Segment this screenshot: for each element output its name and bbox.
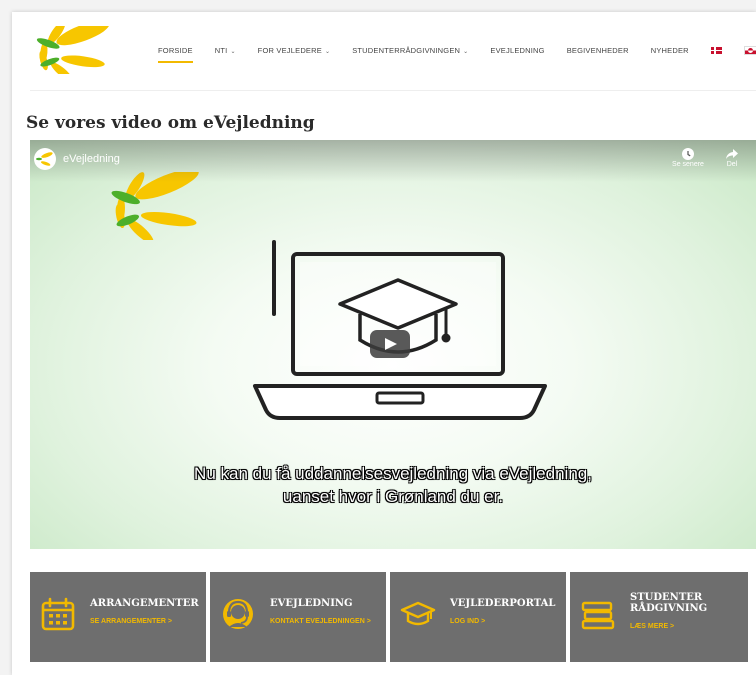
nav-label: BEGIVENHEDER	[566, 45, 629, 55]
share-button[interactable]: Del	[710, 148, 754, 168]
tile-link[interactable]: KONTAKT EVEJLEDNINGEN >	[270, 618, 371, 625]
tile-evejledning[interactable]: EVEJLEDNING KONTAKT EVEJLEDNINGEN >	[210, 572, 386, 662]
channel-avatar[interactable]	[34, 148, 56, 170]
nav-label: NYHEDER	[650, 45, 689, 55]
tile-title: EVEJLEDNING	[270, 598, 353, 609]
video-player[interactable]: eVejledning Se senere Del Nu kan du få u…	[30, 140, 756, 549]
chevron-down-icon: ⌄	[230, 48, 236, 55]
headset-person-icon	[223, 599, 253, 629]
chevron-down-icon: ⌄	[324, 48, 331, 55]
share-icon	[726, 149, 738, 159]
main-nav: FORSIDE NTI ⌄ FOR VEJLEDERE ⌄ STUDENTERRÅD…	[158, 40, 756, 63]
video-subtitle-line-1: Nu kan du få uddannelsesvejledning via e…	[194, 464, 592, 483]
tile-title-line: STUDENTER	[630, 592, 703, 603]
share-label: Del	[726, 161, 738, 168]
nav-label: STUDENTERRÅDGIVNINGEN	[352, 45, 461, 55]
nav-label: NTI	[214, 45, 228, 55]
quicklink-tiles: ARRANGEMENTER SE ARRANGEMENTER > EVEJLED…	[30, 572, 756, 662]
page: FORSIDE NTI ⌄ FOR VEJLEDERE ⌄ STUDENTERRÅD…	[12, 12, 756, 675]
header-divider	[30, 90, 756, 91]
nav-item-begivenheder[interactable]: BEGIVENHEDER	[567, 46, 629, 55]
site-logo[interactable]	[30, 26, 120, 74]
play-button[interactable]	[370, 330, 410, 358]
watch-later-button[interactable]: Se senere	[666, 148, 710, 168]
tile-title-line: RÅDGIVNING	[630, 603, 708, 614]
nav-item-forside[interactable]: FORSIDE	[158, 45, 193, 63]
nav-item-studenterraadgivningen[interactable]: STUDENTERRÅDGIVNINGEN ⌄	[352, 46, 468, 55]
graduation-cap-icon	[400, 601, 436, 626]
tile-vejlederportal[interactable]: VEJLEDERPORTAL LOG IND >	[390, 572, 566, 662]
books-icon	[581, 601, 615, 630]
section-title: Se vores video om eVejledning	[26, 113, 315, 133]
nav-label: EVEJLEDNING	[490, 45, 545, 55]
tile-title: STUDENTER RÅDGIVNING	[630, 592, 707, 614]
watch-later-label: Se senere	[672, 161, 704, 168]
tile-link[interactable]: LÆS MERE >	[630, 623, 674, 630]
tile-link[interactable]: SE ARRANGEMENTER >	[90, 618, 172, 625]
greenlandic-flag-icon[interactable]	[743, 45, 756, 55]
nav-item-nti[interactable]: NTI ⌄	[215, 46, 236, 55]
clock-icon	[682, 148, 694, 160]
calendar-icon	[41, 597, 75, 631]
tile-title: ARRANGEMENTER	[90, 598, 199, 609]
video-logo	[111, 172, 199, 240]
nav-item-for-vejledere[interactable]: FOR VEJLEDERE ⌄	[258, 46, 331, 55]
video-title[interactable]: eVejledning	[63, 153, 120, 165]
danish-flag-icon[interactable]	[710, 46, 722, 54]
video-subtitle-line-2: uanset hvor i Grønland du er.	[282, 487, 504, 506]
tile-arrangementer[interactable]: ARRANGEMENTER SE ARRANGEMENTER >	[30, 572, 206, 662]
nav-label: FOR VEJLEDERE	[257, 45, 322, 55]
tile-studenterraadgivning[interactable]: STUDENTER RÅDGIVNING LÆS MERE >	[570, 572, 748, 662]
chevron-down-icon: ⌄	[463, 48, 469, 55]
tile-title: VEJLEDERPORTAL	[450, 598, 556, 609]
video-topbar	[30, 140, 756, 182]
nav-item-nyheder[interactable]: NYHEDER	[651, 46, 689, 55]
nav-label: FORSIDE	[158, 45, 193, 55]
nav-item-evejledning[interactable]: EVEJLEDNING	[490, 46, 544, 55]
tile-link[interactable]: LOG IND >	[450, 618, 485, 625]
site-header: FORSIDE NTI ⌄ FOR VEJLEDERE ⌄ STUDENTERRÅD…	[12, 12, 756, 92]
